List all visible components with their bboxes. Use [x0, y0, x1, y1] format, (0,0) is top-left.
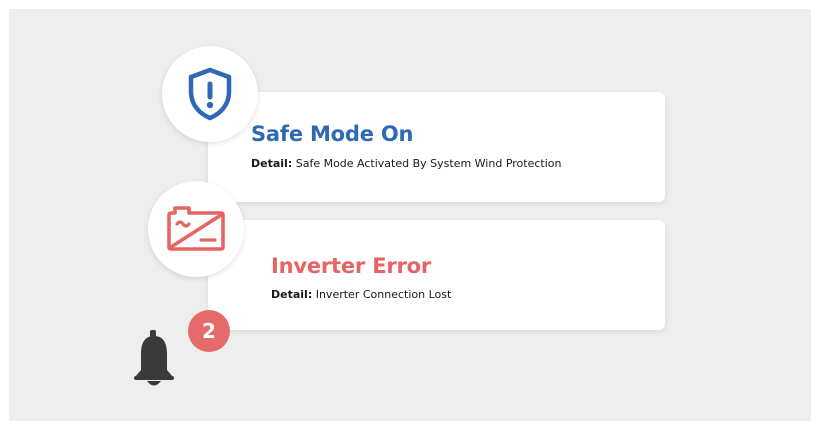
- detail-text: Inverter Connection Lost: [315, 288, 452, 301]
- notification-panel: [9, 9, 811, 421]
- notification-detail: Detail: Inverter Connection Lost: [271, 288, 451, 301]
- notification-bell[interactable]: [132, 330, 176, 394]
- notification-count-badge: 2: [188, 310, 230, 352]
- detail-text: Safe Mode Activated By System Wind Prote…: [295, 157, 562, 170]
- inverter-icon: [167, 206, 225, 251]
- notification-icon-container: [148, 181, 244, 277]
- detail-label: Detail:: [251, 157, 293, 170]
- detail-label: Detail:: [271, 288, 313, 301]
- notification-detail: Detail: Safe Mode Activated By System Wi…: [251, 157, 561, 170]
- bell-icon: [134, 330, 174, 386]
- notification-title: Safe Mode On: [251, 122, 414, 146]
- notification-title: Inverter Error: [271, 254, 432, 278]
- notification-card-safe-mode[interactable]: [208, 92, 665, 202]
- notification-icon-container: [162, 46, 258, 142]
- shield-alert-icon: [188, 67, 232, 121]
